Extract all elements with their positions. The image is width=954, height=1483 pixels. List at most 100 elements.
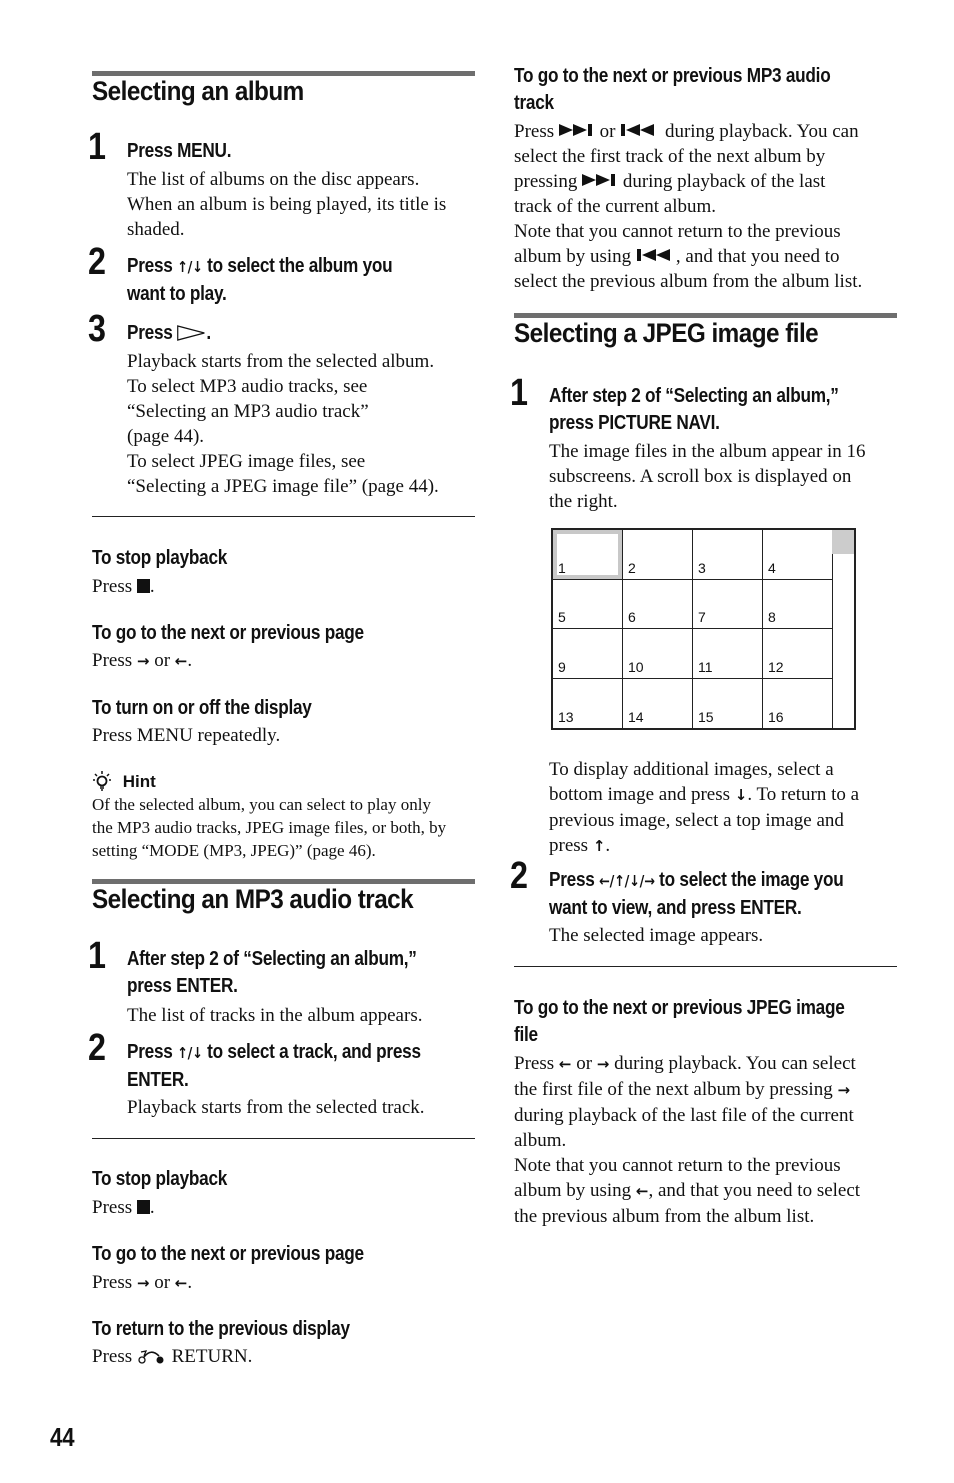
step-number: 2 (88, 241, 106, 283)
text: to select the image you (654, 869, 844, 891)
step-heading: Press ←/↑/↓/→ to select the image you wa… (549, 867, 902, 922)
tip-heading: To go to the next or previous MP3 audio … (514, 63, 897, 117)
right-arrow-icon: → (136, 1274, 150, 1292)
text-line: the previous album from the album list. (514, 1206, 815, 1227)
thumbnail-number: 5 (558, 609, 566, 625)
thumbnail-cell: 11 (693, 629, 763, 679)
text: press (549, 835, 593, 856)
step-heading: Press MENU. (127, 140, 232, 162)
thumbnail-number: 6 (628, 609, 636, 625)
stop-icon (136, 1200, 150, 1214)
text: or (571, 1053, 597, 1074)
thumbnail-cell: 2 (623, 530, 693, 580)
thumbnail-cell: 15 (693, 678, 763, 728)
tip-body: Press . (92, 1195, 482, 1220)
step-number: 1 (88, 126, 106, 168)
tip-heading: To go to the next or previous page (92, 1243, 364, 1265)
text: want to view, and press ENTER. (549, 897, 802, 919)
section-title-album: Selecting an album (92, 76, 304, 106)
tip-body: Press MENU repeatedly. (92, 725, 281, 746)
text: during playback. You can select (609, 1053, 856, 1074)
thumbnail-number: 1 (558, 559, 566, 576)
text-line: To select MP3 audio tracks, see (127, 376, 368, 397)
tip-body: Press RETURN. (92, 1344, 482, 1369)
up-down-arrow-icon: ↑/↓ (177, 1044, 203, 1062)
text-line: during playback of the last file of the … (514, 1105, 854, 1126)
thumbnail-number: 9 (558, 658, 566, 675)
page-number: 44 (50, 1422, 75, 1452)
thumbnail-number: 4 (768, 559, 776, 576)
text: Press (92, 1346, 137, 1367)
right-arrow-icon: → (136, 652, 150, 670)
text-line: The list of albums on the disc appears. (127, 169, 420, 190)
tip-body: Press . (92, 574, 482, 599)
divider (514, 966, 897, 967)
play-icon (177, 325, 205, 341)
step-body: Playback starts from the selected track. (127, 1097, 425, 1118)
thumbnail-grid: 1 2 3 4 5 6 7 8 9 10 11 12 13 14 15 16 (553, 530, 833, 728)
scroll-thumb (832, 530, 854, 554)
text: . (149, 576, 155, 597)
text: Press (92, 1197, 137, 1218)
tip-heading: To go to the next or previous page (92, 622, 364, 644)
text-line: album. (514, 1130, 567, 1151)
text-line: After step 2 of “Selecting an album,” (549, 385, 839, 407)
step-number: 1 (88, 935, 106, 977)
previous-track-icon (636, 249, 670, 261)
left-arrow-icon: ← (174, 652, 188, 670)
left-arrow-icon: ← (174, 1274, 188, 1292)
previous-track-icon (621, 124, 655, 136)
text-line: pressing during playback of the last (514, 169, 904, 194)
text: . (206, 322, 211, 344)
tip-body: Press or during playback. You can select… (514, 119, 904, 294)
thumbnail-cell: 4 (763, 530, 833, 580)
text: . (187, 650, 193, 671)
thumbnail-cell: 13 (553, 678, 623, 728)
divider (92, 1138, 475, 1139)
text-line: Note that you cannot return to the previ… (514, 1155, 841, 1176)
text-line: select the previous album from the album… (514, 271, 863, 292)
step-number: 2 (88, 1027, 106, 1069)
text-line: file (514, 1024, 538, 1046)
text-line: Of the selected album, you can select to… (92, 795, 431, 814)
thumbnail-number: 10 (628, 658, 644, 675)
text: , and that you need to (675, 246, 840, 267)
hint-heading: Hint (92, 770, 156, 792)
section-title-jpeg: Selecting a JPEG image file (514, 318, 819, 348)
tip-body: Press → or ←. (92, 648, 482, 674)
text: or (594, 121, 621, 142)
text-line: “Selecting a JPEG image file” (page 44). (127, 476, 439, 497)
text: Press (549, 869, 600, 891)
text: Press (514, 1053, 559, 1074)
text-line: the right. (549, 491, 618, 512)
text: or (149, 650, 175, 671)
thumbnail-cell: 1 (553, 530, 623, 580)
step-heading: After step 2 of “Selecting an album,” pr… (127, 946, 480, 1000)
text: pressing (514, 171, 583, 192)
thumbnail-number: 3 (698, 559, 706, 576)
step-number: 3 (88, 308, 106, 350)
step-number: 1 (510, 372, 528, 414)
tip-heading: To turn on or off the display (92, 697, 312, 719)
text: or (149, 1272, 175, 1293)
step-number: 2 (510, 855, 528, 897)
thumbnail-grid-illustration: 1 2 3 4 5 6 7 8 9 10 11 12 13 14 15 16 (551, 528, 856, 730)
thumbnail-cell: 8 (763, 579, 833, 629)
step-body: Playback starts from the selected album.… (127, 349, 477, 499)
right-arrow-icon: → (837, 1081, 851, 1099)
text: during playback of the last (618, 171, 826, 192)
thumbnail-cell: 7 (693, 579, 763, 629)
text-line: previous image, select a top image and (549, 810, 844, 831)
thumbnail-number: 15 (698, 709, 714, 725)
return-icon (138, 1350, 164, 1364)
text: Press (92, 1272, 137, 1293)
text: . To return to a (747, 784, 860, 805)
tip-heading: To stop playback (92, 1168, 228, 1190)
text: album by using (514, 246, 636, 267)
thumbnail-cell: 5 (553, 579, 623, 629)
text: Press (514, 121, 559, 142)
text-line: Press or during playback. You can (514, 119, 904, 144)
thumbnail-number: 7 (698, 609, 706, 625)
text: . (187, 1272, 193, 1293)
text: during playback. You can (660, 121, 859, 142)
